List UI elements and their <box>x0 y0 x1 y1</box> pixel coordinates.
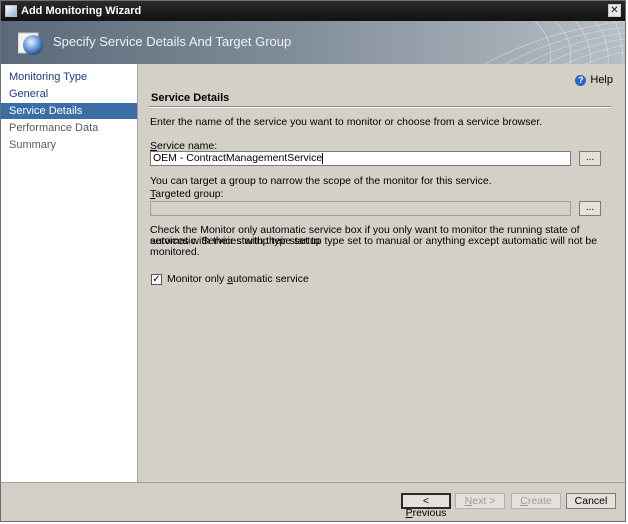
wizard-banner: Specify Service Details And Target Group <box>1 21 625 64</box>
targeted-group-label: Targeted group: <box>150 188 224 200</box>
banner-title: Specify Service Details And Target Group <box>53 34 292 49</box>
wizard-sphere-icon <box>18 32 43 55</box>
section-title: Service Details <box>151 92 230 104</box>
next-button[interactable]: Next > <box>455 493 505 509</box>
wizard-content: ? Help Service Details Enter the name of… <box>139 64 625 482</box>
step-service-details[interactable]: Service Details <box>1 103 137 119</box>
step-performance-data[interactable]: Performance Data <box>1 120 137 136</box>
monitor-automatic-label: Monitor only automatic service <box>167 273 309 285</box>
help-icon: ? <box>575 74 587 86</box>
app-icon <box>5 5 17 17</box>
title-bar[interactable]: Add Monitoring Wizard ✕ <box>1 1 625 21</box>
cancel-button[interactable]: Cancel <box>566 493 616 509</box>
add-monitoring-wizard-window: Add Monitoring Wizard ✕ Specify Service … <box>0 0 626 522</box>
create-button[interactable]: Create <box>511 493 561 509</box>
targeted-group-input[interactable] <box>150 201 571 216</box>
target-hint: You can target a group to narrow the sco… <box>150 175 492 187</box>
section-divider <box>149 106 611 108</box>
wizard-steps-panel: Monitoring Type General Service Details … <box>1 64 138 482</box>
previous-button[interactable]: < Previous <box>401 493 451 519</box>
help-label: Help <box>590 74 613 86</box>
step-general[interactable]: General <box>1 86 137 102</box>
monitor-note-line2: automatic. Services with their startup t… <box>150 235 598 258</box>
browse-group-button[interactable]: ... <box>579 201 601 216</box>
intro-text: Enter the name of the service you want t… <box>150 116 543 128</box>
close-icon[interactable]: ✕ <box>608 4 621 17</box>
step-monitoring-type[interactable]: Monitoring Type <box>1 69 137 85</box>
wizard-button-bar: < Previous Next > Create Cancel <box>1 482 625 521</box>
banner-grid-decoration <box>484 21 625 64</box>
browse-service-button[interactable]: ... <box>579 151 601 166</box>
text-caret <box>322 152 324 164</box>
step-summary[interactable]: Summary <box>1 137 137 153</box>
window-title: Add Monitoring Wizard <box>21 5 142 17</box>
help-link[interactable]: ? Help <box>575 74 613 86</box>
monitor-automatic-checkbox-row[interactable]: ✓ Monitor only automatic service <box>151 273 309 285</box>
service-name-input[interactable]: OEM - ContractManagementService <box>150 151 571 166</box>
monitor-automatic-checkbox[interactable]: ✓ <box>151 273 162 285</box>
